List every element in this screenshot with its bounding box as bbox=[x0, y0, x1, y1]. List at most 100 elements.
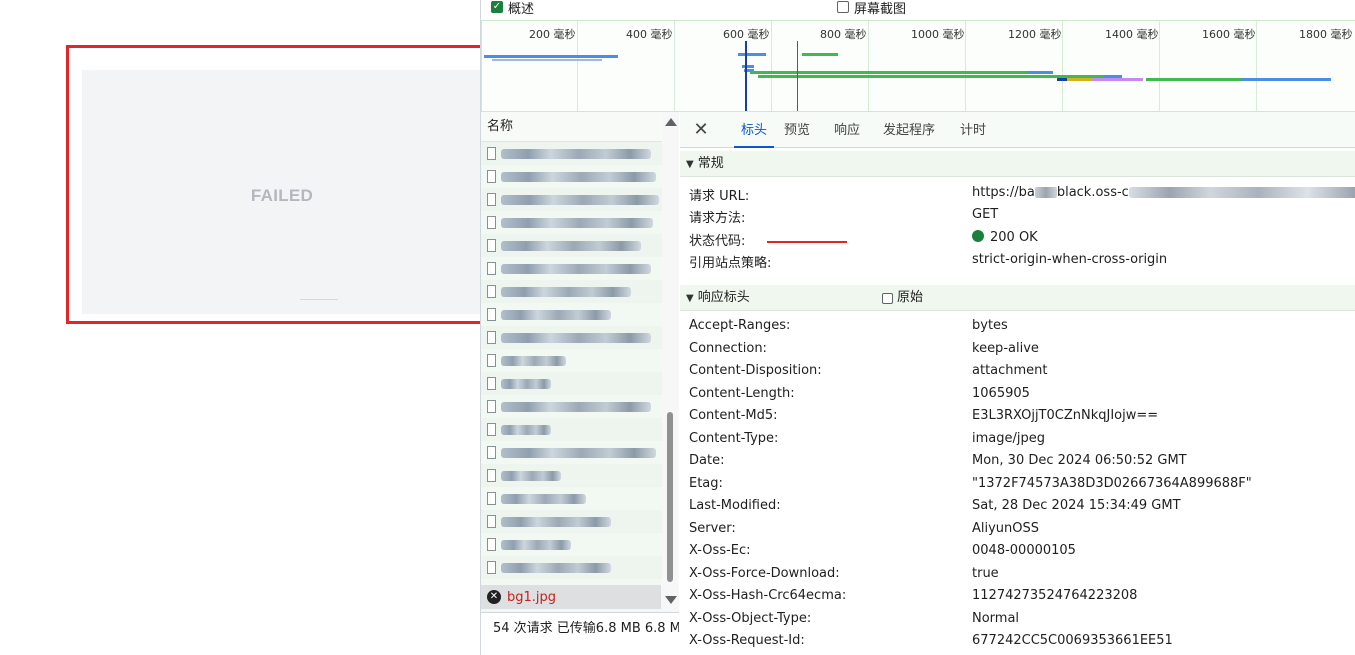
timeline-tick-label: 1800 毫秒 bbox=[1299, 28, 1353, 41]
general-section-header[interactable]: ▼ 常规 bbox=[680, 151, 1355, 177]
timeline-bar bbox=[750, 71, 1050, 74]
header-value[interactable]: bytes bbox=[972, 318, 1008, 333]
file-icon bbox=[487, 285, 496, 298]
blurred-request-name bbox=[501, 194, 659, 205]
request-row[interactable] bbox=[481, 303, 678, 326]
header-value[interactable]: strict-origin-when-cross-origin bbox=[972, 252, 1167, 267]
header-key: X-Oss-Force-Download: bbox=[689, 566, 840, 581]
screenshot-checkbox[interactable]: 屏幕截图 bbox=[837, 0, 906, 17]
redacted-segment bbox=[1128, 187, 1355, 198]
header-value[interactable]: image/jpeg bbox=[972, 431, 1045, 446]
request-details-pane: ✕ 标头 预览 响应 发起程序 计时 ▼ 常规 请求 URL: https://b… bbox=[680, 112, 1355, 655]
section-title: 常规 bbox=[697, 156, 724, 171]
request-row[interactable] bbox=[481, 510, 678, 533]
header-key: Etag: bbox=[689, 476, 723, 491]
blurred-request-name bbox=[501, 171, 656, 182]
header-key: Content-Disposition: bbox=[689, 363, 822, 378]
checkbox-empty-icon bbox=[837, 1, 849, 13]
timeline-tick-label: 1000 毫秒 bbox=[911, 28, 965, 41]
file-icon bbox=[487, 492, 496, 505]
request-row[interactable] bbox=[481, 349, 678, 372]
request-row[interactable] bbox=[481, 142, 678, 165]
request-row[interactable] bbox=[481, 487, 678, 510]
request-row[interactable] bbox=[481, 165, 678, 188]
header-value[interactable]: E3L3RXOjjT0CZnNkqJIojw== bbox=[972, 408, 1158, 423]
header-value[interactable]: 677242CC5C0069353661EE51 bbox=[972, 633, 1173, 648]
request-row[interactable] bbox=[481, 257, 678, 280]
request-row[interactable] bbox=[481, 464, 678, 487]
raw-checkbox[interactable]: 原始 bbox=[882, 291, 923, 305]
timeline-bar bbox=[1091, 78, 1143, 81]
timeline-gridline bbox=[965, 21, 966, 111]
timeline-bar bbox=[484, 55, 618, 58]
network-summary: 54 次请求 已传输6.8 MB 6.8 M bbox=[481, 612, 679, 644]
request-row[interactable] bbox=[481, 395, 678, 418]
blurred-request-name bbox=[501, 332, 651, 343]
header-value[interactable]: AliyunOSS bbox=[972, 521, 1039, 536]
blurred-request-name bbox=[501, 309, 611, 320]
file-icon bbox=[487, 515, 496, 528]
status-code: 200 OK bbox=[990, 230, 1038, 245]
header-row: 请求 URL: https://ba black.oss-c bbox=[680, 182, 1355, 204]
header-value[interactable]: 0048-00000105 bbox=[972, 543, 1076, 558]
header-value[interactable]: Mon, 30 Dec 2024 06:50:52 GMT bbox=[972, 453, 1187, 468]
name-column-header[interactable]: 名称 bbox=[481, 112, 678, 142]
header-value[interactable]: 200 OK bbox=[972, 230, 1038, 245]
timeline-bar bbox=[758, 75, 1058, 78]
timeline-overview[interactable]: 200 毫秒 400 毫秒 600 毫秒 800 毫秒 1000 毫秒 1200… bbox=[481, 20, 1355, 112]
close-icon[interactable]: ✕ bbox=[692, 121, 710, 139]
request-row[interactable] bbox=[481, 188, 678, 211]
scrollbar-thumb[interactable] bbox=[667, 412, 673, 582]
request-row[interactable] bbox=[481, 372, 678, 395]
header-value[interactable]: https://ba black.oss-c bbox=[972, 185, 1355, 200]
blurred-request-name bbox=[501, 424, 551, 435]
tab-preview[interactable]: 预览 bbox=[784, 112, 810, 148]
header-row: Last-Modified: Sat, 28 Dec 2024 15:34:49 … bbox=[680, 495, 1355, 517]
header-key: Content-Type: bbox=[689, 431, 779, 446]
header-value[interactable]: attachment bbox=[972, 363, 1048, 378]
overview-checkbox[interactable]: ✓ 概述 bbox=[491, 0, 534, 17]
blurred-request-name bbox=[501, 516, 611, 527]
scroll-down-arrow-icon[interactable] bbox=[665, 596, 677, 604]
scroll-up-arrow-icon[interactable] bbox=[665, 118, 677, 126]
header-value[interactable]: Sat, 28 Dec 2024 15:34:49 GMT bbox=[972, 498, 1181, 513]
request-row[interactable] bbox=[481, 441, 678, 464]
request-row[interactable] bbox=[481, 211, 678, 234]
request-row[interactable] bbox=[481, 533, 678, 556]
request-row[interactable] bbox=[481, 280, 678, 303]
response-headers-section-header[interactable]: ▼ 响应标头 原始 bbox=[680, 285, 1355, 311]
header-value[interactable]: 11274273524764223208 bbox=[972, 588, 1137, 603]
header-row: Server: AliyunOSS bbox=[680, 518, 1355, 540]
header-value[interactable]: "1372F74573A38D3D02667364A899688F" bbox=[972, 476, 1252, 491]
error-icon: ✕ bbox=[487, 590, 501, 604]
request-row[interactable] bbox=[481, 234, 678, 257]
request-row[interactable] bbox=[481, 418, 678, 441]
header-value[interactable]: 1065905 bbox=[972, 386, 1030, 401]
request-row[interactable] bbox=[481, 556, 678, 579]
file-icon bbox=[487, 170, 496, 183]
request-row[interactable] bbox=[481, 326, 678, 349]
file-icon bbox=[487, 331, 496, 344]
request-list-scrollbar[interactable] bbox=[662, 112, 679, 612]
timeline-gridline bbox=[771, 21, 772, 111]
header-key: Accept-Ranges: bbox=[689, 318, 791, 333]
header-value[interactable]: keep-alive bbox=[972, 341, 1039, 356]
blurred-request-name bbox=[501, 217, 653, 228]
timeline-gridline bbox=[1062, 21, 1063, 111]
tab-timing[interactable]: 计时 bbox=[960, 112, 986, 148]
tab-initiator[interactable]: 发起程序 bbox=[883, 112, 935, 148]
tab-headers[interactable]: 标头 bbox=[734, 112, 774, 148]
header-key: X-Oss-Request-Id: bbox=[689, 633, 805, 648]
file-icon bbox=[487, 400, 496, 413]
header-value[interactable]: true bbox=[972, 566, 999, 581]
file-icon bbox=[487, 469, 496, 482]
header-value[interactable]: Normal bbox=[972, 611, 1019, 626]
header-key: Connection: bbox=[689, 341, 767, 356]
file-icon bbox=[487, 561, 496, 574]
blurred-request-name bbox=[501, 562, 611, 573]
request-row-failed[interactable]: ✕ bg1.jpg bbox=[481, 585, 661, 609]
header-value[interactable]: GET bbox=[972, 207, 998, 222]
tab-response[interactable]: 响应 bbox=[834, 112, 860, 148]
blurred-request-name bbox=[501, 378, 551, 389]
header-key: X-Oss-Ec: bbox=[689, 543, 751, 558]
